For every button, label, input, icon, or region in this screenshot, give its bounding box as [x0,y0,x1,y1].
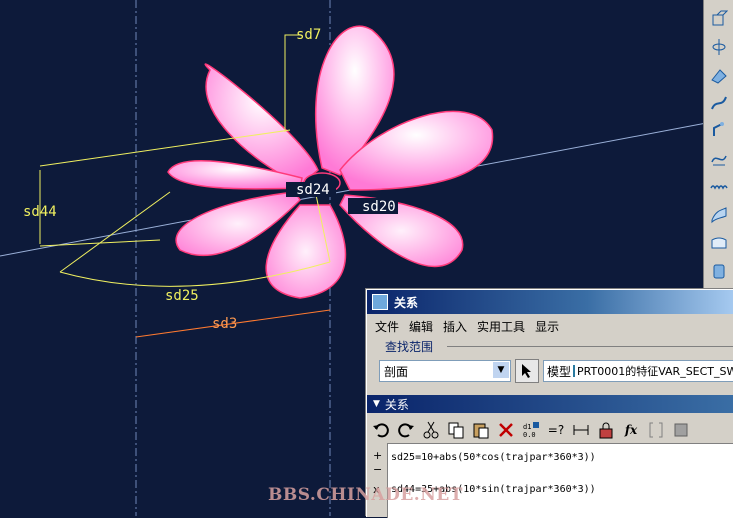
datum-plane-icon[interactable] [708,8,730,30]
menu-edit[interactable]: 编辑 [409,318,433,335]
dialog-title: 关系 [394,295,419,310]
watermark: BBS.CHINADE.NET [268,485,463,505]
bracket-icon[interactable] [645,419,667,441]
dialog-app-icon [372,294,388,310]
dim-label-sd3[interactable]: sd3 [212,316,237,332]
switch-dim-icon[interactable]: d1 0.0 [520,419,542,441]
menu-bar: 文件 编辑 插入 实用工具 显示 [367,316,733,336]
relations-editor[interactable]: sd25=10+abs(50*cos(trajpar*360*3)) sd44=… [387,443,733,518]
cursor-arrow-icon [522,364,531,378]
function-icon[interactable]: fx [620,419,642,441]
lock-icon[interactable] [595,419,617,441]
scope-select[interactable]: 剖面 ▼ [379,360,511,382]
model-label: 模型 [547,364,572,379]
relations-dialog: 关系 文件 编辑 插入 实用工具 显示 查找范围 剖面 ▼ 模型 PRT0001… [366,289,733,518]
scope-group-label: 查找范围 [385,340,434,354]
evaluate-icon[interactable]: =? [545,419,567,441]
redo-icon[interactable] [395,419,417,441]
collapse-arrow-icon[interactable]: ▼ [373,399,380,409]
svg-text:0.0: 0.0 [523,431,536,439]
paste-icon[interactable] [470,419,492,441]
part-icon [573,365,576,377]
chevron-down-icon[interactable]: ▼ [493,362,509,378]
relations-toolbar: d1 0.0 =? fx [367,417,733,443]
datum-csys-icon[interactable] [708,120,730,142]
scope-divider [447,346,733,347]
dialog-titlebar[interactable]: 关系 [367,290,733,314]
svg-text:d1: d1 [523,423,531,431]
dim-label-sd7[interactable]: sd7 [296,27,321,43]
gutter-minus[interactable]: − [373,463,382,476]
menu-show[interactable]: 显示 [535,318,559,335]
pattern-icon[interactable] [708,176,730,198]
datum-point-icon[interactable] [708,64,730,86]
section-title: 关系 [384,397,409,412]
feature-toolbar [703,0,733,290]
relation-line[interactable]: sd25=10+abs(50*cos(trajpar*360*3)) [391,452,596,463]
solid-icon[interactable] [708,260,730,282]
menu-file[interactable]: 文件 [375,318,399,335]
scope-select-value: 剖面 [384,364,409,379]
param-icon[interactable] [670,419,692,441]
sort-icon[interactable] [570,419,592,441]
undo-icon[interactable] [370,419,392,441]
datum-axis-icon[interactable] [708,36,730,58]
cut-icon[interactable] [420,419,442,441]
delete-icon[interactable] [495,419,517,441]
model-field[interactable]: 模型 PRT0001的特征VAR_SECT_SW [543,360,733,382]
dim-label-sd25[interactable]: sd25 [165,288,199,304]
copy-icon[interactable] [445,419,467,441]
editor-gutter: + − x [367,443,387,517]
relations-section-header[interactable]: ▼ 关系 [367,395,733,413]
dim-label-sd24[interactable]: sd24 [296,182,330,198]
pick-arrow-button[interactable] [515,359,539,383]
curve-icon[interactable] [708,148,730,170]
model-value: PRT0001的特征VAR_SECT_SW [577,365,733,378]
surface-icon[interactable] [708,204,730,226]
menu-insert[interactable]: 插入 [443,318,467,335]
sketch-curve-icon[interactable] [708,92,730,114]
fill-icon[interactable] [708,232,730,254]
menu-utilities[interactable]: 实用工具 [477,318,525,335]
dim-label-sd44[interactable]: sd44 [23,204,57,220]
gutter-plus[interactable]: + [373,449,382,462]
dim-label-sd20[interactable]: sd20 [362,199,396,215]
